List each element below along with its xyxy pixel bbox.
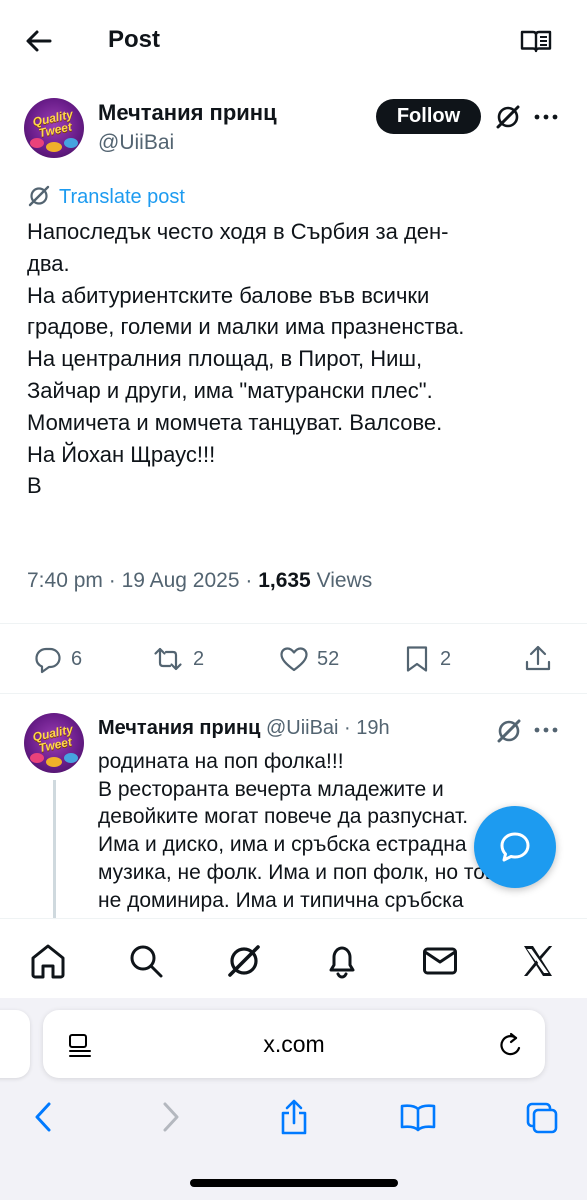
post-time[interactable]: 7:40 pm (27, 569, 103, 592)
divider (0, 623, 587, 624)
share-icon (281, 1099, 307, 1135)
grok-button[interactable] (495, 717, 523, 745)
reply-line: не доминира. Има и типична сръбска (98, 888, 464, 912)
tab-x[interactable] (518, 941, 558, 981)
views-count: 1,635 (258, 569, 311, 592)
more-options-button[interactable] (532, 718, 560, 742)
reply-header: Мечтания принц @UiiBai · 19h (98, 715, 390, 741)
avatar-text: Quality Tweet (31, 722, 75, 756)
reply-author-handle[interactable]: @UiiBai (266, 717, 339, 739)
reader-mode-button[interactable] (518, 26, 554, 56)
like-count: 52 (317, 648, 340, 670)
reply-line: родината на поп фолка!!! (98, 750, 344, 773)
post-line: Зайчар и други, има "матурански плес". (27, 377, 433, 403)
grok-icon (497, 719, 521, 743)
post-line: На абитуриентските балове във всички (27, 282, 430, 308)
home-icon (31, 944, 65, 979)
reload-icon (500, 1032, 521, 1056)
browser-bookmarks-button[interactable] (398, 1098, 438, 1136)
thread-line (53, 780, 56, 920)
bookmark-action[interactable]: 2 (402, 644, 451, 674)
page-title: Post (108, 26, 161, 53)
compose-reply-button[interactable] (474, 806, 556, 888)
browser-back-button[interactable] (30, 1098, 56, 1136)
reply-line: В ресторанта вечерта младежите и (98, 777, 444, 801)
chat-bubble-icon (500, 832, 530, 862)
post-meta: 7:40 pm · 19 Aug 2025 · 1,635 Views (27, 569, 373, 592)
repost-count: 2 (193, 648, 205, 670)
messages-icon (423, 947, 457, 975)
more-options-button[interactable] (532, 105, 560, 129)
more-icon (534, 114, 558, 120)
divider (0, 693, 587, 694)
browser-tabs-button[interactable] (524, 1098, 560, 1136)
tab-notifications[interactable] (322, 941, 362, 981)
author-handle[interactable]: @UiiBai (98, 130, 174, 156)
home-indicator (190, 1179, 398, 1187)
post-line: градове, големи и малки има празненства. (27, 314, 465, 340)
tabs-icon (526, 1102, 558, 1134)
grok-icon (496, 105, 520, 129)
reply-separator: · (338, 717, 357, 739)
browser-forward-button[interactable] (158, 1098, 184, 1136)
previous-tab-preview[interactable] (0, 1010, 30, 1078)
grok-icon (228, 945, 260, 977)
bookmark-count: 2 (440, 648, 452, 670)
back-button[interactable] (22, 24, 56, 58)
reply-count: 6 (71, 648, 83, 670)
book-icon (400, 1104, 436, 1132)
tab-search[interactable] (126, 941, 166, 981)
post-line: В (27, 473, 42, 499)
reply-avatar[interactable]: Quality Tweet (24, 713, 84, 773)
share-button[interactable] (523, 644, 553, 674)
post-line: Момичета и момчета танцуват. Валсове. (27, 409, 443, 435)
reply-action[interactable]: 6 (33, 644, 82, 674)
avatar-text: Quality Tweet (31, 107, 75, 141)
repost-action[interactable]: 2 (153, 644, 204, 674)
avatar[interactable]: Quality Tweet (24, 98, 84, 158)
grok-button[interactable] (494, 103, 522, 131)
bookmark-icon (406, 646, 428, 672)
follow-button[interactable]: Follow (376, 99, 481, 134)
translate-icon (27, 184, 51, 208)
browser-share-button[interactable] (278, 1098, 310, 1136)
post-line: На Йохан Щраус!!! (27, 441, 216, 467)
views-label: Views (316, 569, 373, 592)
notifications-icon (329, 946, 355, 979)
url-text: x.com (263, 1031, 325, 1057)
search-icon (130, 945, 163, 978)
post-text: Напоследък често ходя в Сърбия за ден- д… (27, 216, 567, 502)
arrow-left-icon (26, 30, 52, 52)
post-line: На централния площад, в Пирот, Ниш, (27, 346, 423, 372)
x-logo-icon (524, 946, 553, 976)
tab-grok[interactable] (224, 941, 264, 981)
post-line: два. (27, 250, 70, 276)
translate-post-link[interactable]: Translate post (59, 184, 185, 210)
reply-time[interactable]: 19h (356, 717, 389, 739)
reply-author-name[interactable]: Мечтания принц (98, 717, 260, 739)
reload-button[interactable] (497, 1030, 525, 1060)
more-icon (534, 727, 558, 733)
share-icon (525, 645, 551, 671)
like-action[interactable]: 52 (279, 644, 339, 674)
heart-icon (280, 647, 308, 672)
post-line: Напоследък често ходя в Сърбия за ден- (27, 219, 449, 244)
post-date[interactable]: 19 Aug 2025 (122, 569, 240, 592)
author-name[interactable]: Мечтания принц (98, 99, 277, 127)
tab-home[interactable] (28, 941, 68, 981)
repost-icon (154, 647, 182, 671)
bottom-tab-bar (0, 918, 587, 998)
tab-messages[interactable] (420, 941, 460, 981)
chevron-right-icon (163, 1102, 179, 1132)
chevron-left-icon (35, 1102, 51, 1132)
reader-mode-icon (520, 30, 552, 53)
reply-icon (35, 647, 61, 674)
